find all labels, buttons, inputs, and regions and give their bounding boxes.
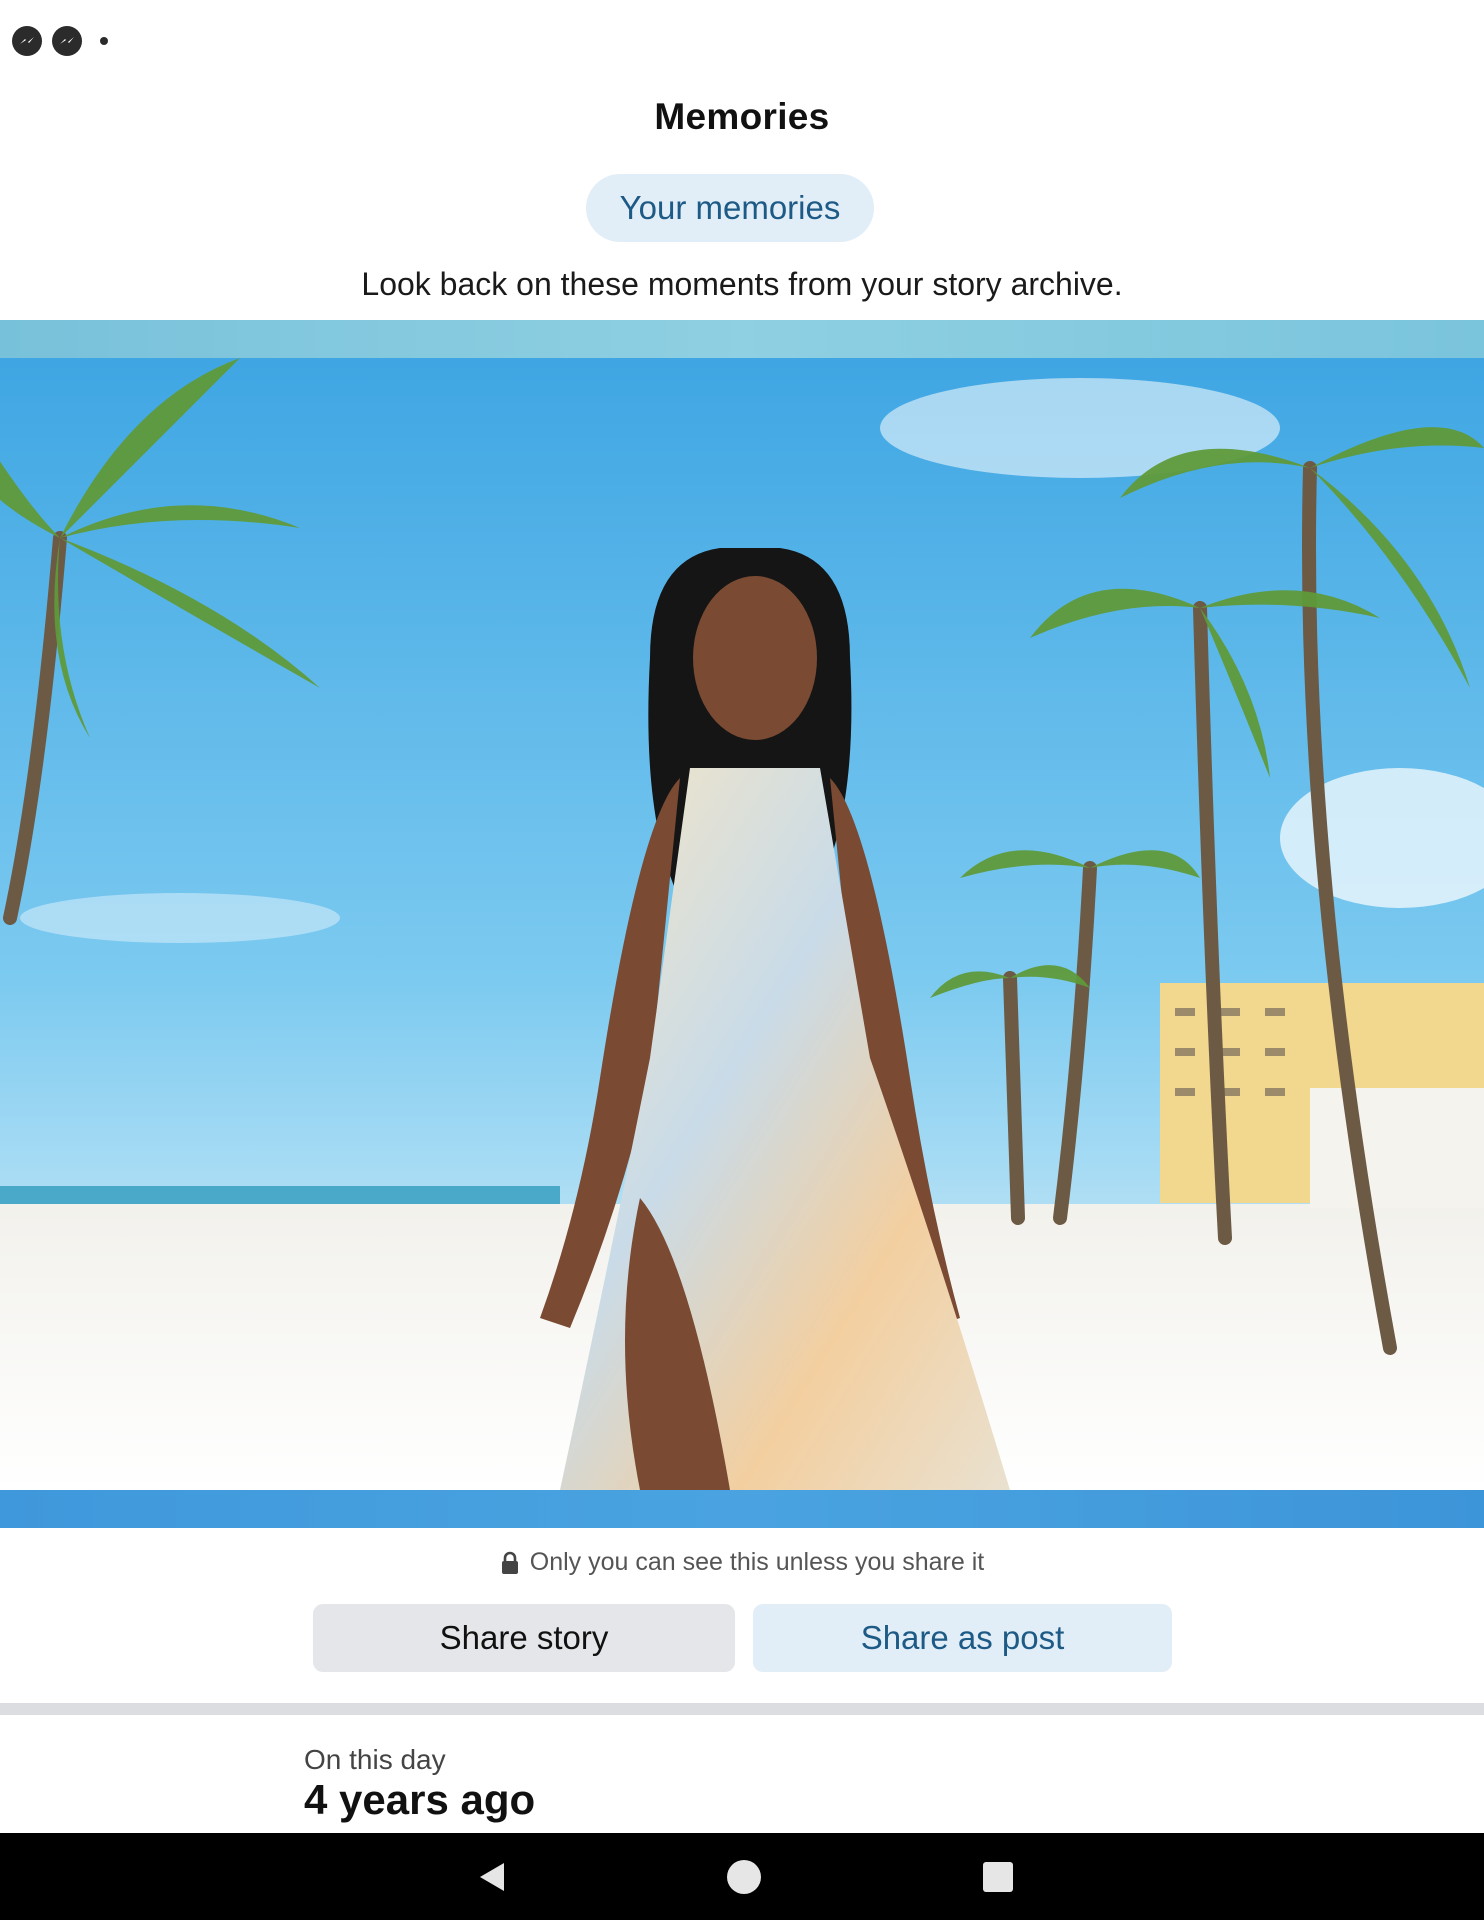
back-icon[interactable] <box>448 1833 538 1920</box>
page-subtitle: Look back on these moments from your sto… <box>361 266 1123 302</box>
memory-age: 4 years ago <box>304 1776 536 1823</box>
messenger-icon <box>12 26 42 56</box>
page-title: Memories <box>654 96 830 137</box>
privacy-note: Only you can see this unless you share i… <box>0 1548 1484 1577</box>
section-divider <box>0 1703 1484 1715</box>
notification-dot-icon <box>100 37 108 45</box>
status-bar <box>12 26 108 56</box>
privacy-note-text: Only you can see this unless you share i… <box>529 1548 985 1576</box>
photo-top-band <box>0 320 1484 358</box>
messenger-icon <box>52 26 82 56</box>
system-nav-bar <box>0 1833 1484 1920</box>
share-story-button[interactable]: Share story <box>313 1604 735 1672</box>
lock-icon <box>500 1551 520 1575</box>
beach-photo-image <box>0 358 1484 1490</box>
memory-card[interactable] <box>0 320 1484 1528</box>
share-as-post-button[interactable]: Share as post <box>753 1604 1172 1672</box>
on-this-day-label: On this day <box>304 1744 446 1775</box>
home-icon[interactable] <box>699 1833 789 1920</box>
memory-photo[interactable] <box>0 358 1484 1490</box>
memories-screen: Memories Your memories Look back on thes… <box>0 0 1484 1920</box>
photo-bottom-band <box>0 1490 1484 1528</box>
your-memories-chip[interactable]: Your memories <box>586 174 874 242</box>
recents-icon[interactable] <box>953 1833 1043 1920</box>
